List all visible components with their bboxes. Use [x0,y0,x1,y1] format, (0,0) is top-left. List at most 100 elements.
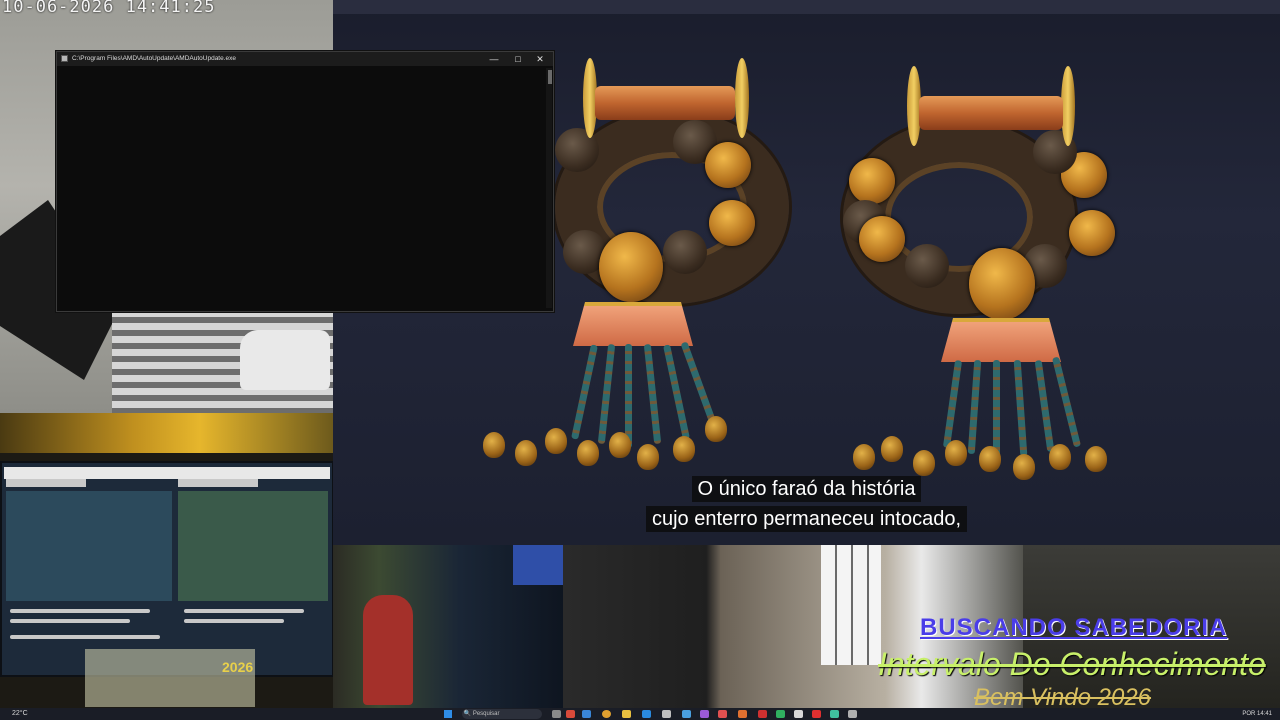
monitor-text-line [184,619,284,623]
monitor-tab [6,479,86,487]
shelf-figures [0,413,333,453]
figure-toy [363,595,413,705]
right-earring-strand [1034,359,1055,453]
monitor-text-line [10,619,130,623]
app-icon[interactable] [794,710,803,718]
left-earring-drop [609,432,631,458]
webcam-desk-monitor: 2026 [0,413,333,708]
right-earring-center-bead [969,248,1035,320]
taskbar: 22°C 🔍 Pesquisar POR 14:41 [0,708,1280,720]
app-icon[interactable] [682,710,691,718]
app-icon[interactable] [662,710,671,718]
left-earring-strand [643,343,662,445]
left-earring-drop [515,440,537,466]
right-earring-drop [913,450,935,476]
left-earring-bead [663,230,707,274]
terminal-icon [61,55,68,62]
right-earring-gold-bead [1069,210,1115,256]
weather-widget[interactable]: 22°C [12,708,28,720]
left-earring-strand [571,344,598,440]
video-top-band [333,0,1280,14]
left-earring-drop [705,416,727,442]
right-earring-drop [1085,446,1107,472]
app-icon[interactable] [776,710,785,718]
right-earring-drop [1049,444,1071,470]
left-earring-strand [597,343,616,445]
app-icon[interactable] [812,710,821,718]
right-earring-drop [945,440,967,466]
file-explorer-icon[interactable] [622,710,631,718]
app-icon[interactable] [830,710,839,718]
app-icon[interactable] [582,710,591,718]
overlay-title: BUSCANDO SABEDORIA [920,614,1228,641]
video-subtitle-line2: cujo enterro permaneceu intocado, [333,506,1280,532]
left-earring-strand [680,341,717,425]
left-earring-drop [577,440,599,466]
minimize-button[interactable]: — [483,52,505,66]
console-scrollbar-thumb[interactable] [548,70,552,84]
overlay-subtitle: Intervalo Do Conhecimento [878,646,1266,682]
barred-window [821,545,881,665]
app-icon[interactable] [848,710,857,718]
monitor-browser-bar [4,467,330,479]
left-earring-strand [625,344,632,448]
left-earring-pendant [573,302,693,346]
right-earring-strand [993,360,1000,458]
left-earring-center-bead [599,232,663,302]
right-earring-gold-bead [859,216,905,262]
screen-glow [513,545,563,585]
monitor-text-line [184,609,304,613]
left-earring-drop [545,428,567,454]
edge-icon[interactable] [642,710,651,718]
right-earring-drop [853,444,875,470]
app-icon[interactable] [758,710,767,718]
console-scrollbar[interactable] [546,68,552,308]
left-earring-gold-bead [709,200,755,246]
chrome-icon[interactable] [602,710,611,718]
right-earring-drop [1013,454,1035,480]
webcam-figure [333,545,563,708]
maximize-button[interactable]: □ [507,52,529,66]
windows-start-icon[interactable] [444,710,452,718]
right-earring-bead [905,244,949,288]
taskbar-search-input[interactable]: 🔍 Pesquisar [462,709,542,719]
right-earring-strand [1051,356,1082,448]
left-earring-drop [483,432,505,458]
monitor-video-right [178,491,328,601]
left-earring-gold-bead [705,142,751,188]
right-earring-strand [1013,359,1028,457]
video-subtitle-line1: O único faraó da história [333,476,1280,502]
app-icon[interactable] [566,710,575,718]
left-earring-drop [673,436,695,462]
right-earring-spool [919,96,1063,130]
parked-car [240,330,330,390]
app-icon[interactable] [738,710,747,718]
console-titlebar[interactable]: C:\Program Files\AMD\AutoUpdate\AMDAutoU… [57,52,553,66]
monitor-text-line [10,609,150,613]
left-earring-drop [637,444,659,470]
app-icon[interactable] [718,710,727,718]
monitor-text-line [10,635,160,639]
camera-timestamp: 10-06-2026 14:41:25 [2,0,216,17]
right-earring-pendant [941,318,1061,362]
right-earring-gold-bead [849,158,895,204]
search-placeholder: Pesquisar [472,711,500,717]
monitor-screen [0,461,333,677]
monitor-video-left [6,491,172,601]
close-button[interactable]: ✕ [529,52,551,66]
app-icon[interactable] [700,710,709,718]
console-title: C:\Program Files\AMD\AutoUpdate\AMDAutoU… [72,55,237,62]
monitor-tab [178,479,258,487]
task-view-icon[interactable] [552,710,561,718]
right-earring-drop [979,446,1001,472]
system-tray[interactable]: POR 14:41 [1242,708,1272,720]
desk-object [85,649,255,707]
left-earring-spool [595,86,735,120]
desk-label: 2026 [222,659,254,675]
right-earring-strand [942,359,963,449]
right-earring-strand [967,359,982,455]
right-earring-drop [881,436,903,462]
left-earring-flange [735,58,749,138]
console-window[interactable]: C:\Program Files\AMD\AutoUpdate\AMDAutoU… [56,51,554,312]
right-earring-flange [1061,66,1075,146]
